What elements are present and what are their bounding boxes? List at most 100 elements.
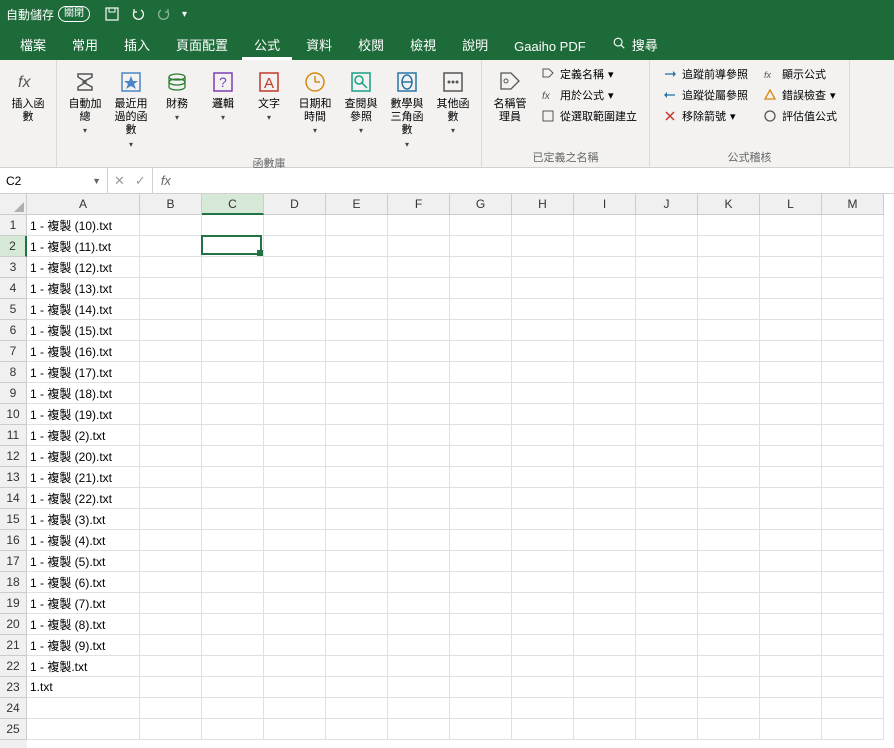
cell[interactable]: 1 - 複製 (2).txt [27, 425, 140, 446]
cell[interactable] [698, 278, 760, 299]
cell[interactable] [264, 320, 326, 341]
cell[interactable] [202, 320, 264, 341]
cell[interactable] [264, 551, 326, 572]
cell[interactable] [264, 341, 326, 362]
cell[interactable] [388, 299, 450, 320]
cell[interactable] [822, 677, 884, 698]
cell[interactable] [140, 677, 202, 698]
cell[interactable] [698, 383, 760, 404]
cell[interactable] [450, 383, 512, 404]
cell[interactable] [264, 698, 326, 719]
cell[interactable] [326, 488, 388, 509]
cell[interactable] [264, 278, 326, 299]
cell[interactable] [27, 698, 140, 719]
cell[interactable] [760, 257, 822, 278]
row-header[interactable]: 19 [0, 593, 27, 614]
tab-review[interactable]: 校閱 [346, 29, 396, 60]
row-header[interactable]: 5 [0, 299, 27, 320]
error-checking-button[interactable]: 錯誤檢查 ▾ [756, 85, 843, 105]
lookup-button[interactable]: 查閱與參照▾ [339, 64, 383, 140]
cell[interactable] [760, 698, 822, 719]
cell[interactable] [140, 446, 202, 467]
column-header[interactable]: K [698, 194, 760, 215]
save-icon[interactable] [104, 6, 120, 22]
row-header[interactable]: 6 [0, 320, 27, 341]
cell[interactable] [140, 509, 202, 530]
cell[interactable]: 1 - 複製 (14).txt [27, 299, 140, 320]
cell[interactable] [202, 530, 264, 551]
tab-layout[interactable]: 頁面配置 [164, 29, 240, 60]
cell[interactable] [822, 509, 884, 530]
cell[interactable] [512, 467, 574, 488]
cell[interactable] [388, 698, 450, 719]
cell[interactable] [202, 614, 264, 635]
cell[interactable] [264, 383, 326, 404]
cell[interactable] [512, 698, 574, 719]
cell[interactable] [698, 656, 760, 677]
cell[interactable] [760, 446, 822, 467]
cell[interactable] [326, 404, 388, 425]
cell[interactable] [202, 656, 264, 677]
cell[interactable] [698, 614, 760, 635]
cell[interactable] [760, 656, 822, 677]
cell[interactable] [202, 425, 264, 446]
cell[interactable] [388, 215, 450, 236]
cell[interactable] [326, 320, 388, 341]
cell[interactable] [388, 488, 450, 509]
cell[interactable] [760, 593, 822, 614]
cell[interactable] [140, 593, 202, 614]
cell[interactable] [140, 215, 202, 236]
cell[interactable] [698, 404, 760, 425]
cell[interactable] [326, 635, 388, 656]
cell[interactable] [698, 362, 760, 383]
row-header[interactable]: 21 [0, 635, 27, 656]
autosum-button[interactable]: 自動加總▾ [63, 64, 107, 140]
cell[interactable] [822, 530, 884, 551]
cell[interactable] [636, 467, 698, 488]
cell[interactable] [822, 593, 884, 614]
cell[interactable] [388, 446, 450, 467]
undo-icon[interactable] [130, 6, 146, 22]
cell[interactable] [264, 593, 326, 614]
tab-data[interactable]: 資料 [294, 29, 344, 60]
cell[interactable] [574, 425, 636, 446]
cell[interactable] [450, 425, 512, 446]
cell[interactable] [760, 467, 822, 488]
cell[interactable]: 1 - 複製 (17).txt [27, 362, 140, 383]
cell[interactable] [388, 278, 450, 299]
cell[interactable] [574, 236, 636, 257]
cell[interactable] [202, 446, 264, 467]
cell[interactable] [264, 257, 326, 278]
cell[interactable] [512, 383, 574, 404]
cell[interactable] [698, 341, 760, 362]
cell[interactable]: 1 - 複製 (7).txt [27, 593, 140, 614]
cell[interactable] [326, 341, 388, 362]
datetime-button[interactable]: 日期和時間▾ [293, 64, 337, 140]
cell[interactable] [140, 278, 202, 299]
cell[interactable] [512, 677, 574, 698]
cell[interactable]: 1 - 複製 (18).txt [27, 383, 140, 404]
cell[interactable] [512, 278, 574, 299]
cell[interactable] [264, 572, 326, 593]
cell[interactable]: 1 - 複製 (20).txt [27, 446, 140, 467]
cell[interactable] [202, 278, 264, 299]
cell[interactable] [264, 236, 326, 257]
cell[interactable] [822, 446, 884, 467]
cell[interactable] [698, 215, 760, 236]
create-from-selection-button[interactable]: 從選取範圍建立 [534, 106, 643, 126]
cell[interactable] [450, 446, 512, 467]
cell[interactable] [698, 551, 760, 572]
cell[interactable] [698, 530, 760, 551]
cell[interactable] [326, 530, 388, 551]
cell[interactable] [512, 614, 574, 635]
cell[interactable] [698, 320, 760, 341]
row-header[interactable]: 22 [0, 656, 27, 677]
cell[interactable] [202, 299, 264, 320]
cell[interactable] [326, 446, 388, 467]
cell[interactable] [450, 614, 512, 635]
cell[interactable] [140, 362, 202, 383]
cell[interactable] [326, 215, 388, 236]
cell[interactable] [140, 383, 202, 404]
logical-button[interactable]: ? 邏輯▾ [201, 64, 245, 127]
cell[interactable] [450, 404, 512, 425]
